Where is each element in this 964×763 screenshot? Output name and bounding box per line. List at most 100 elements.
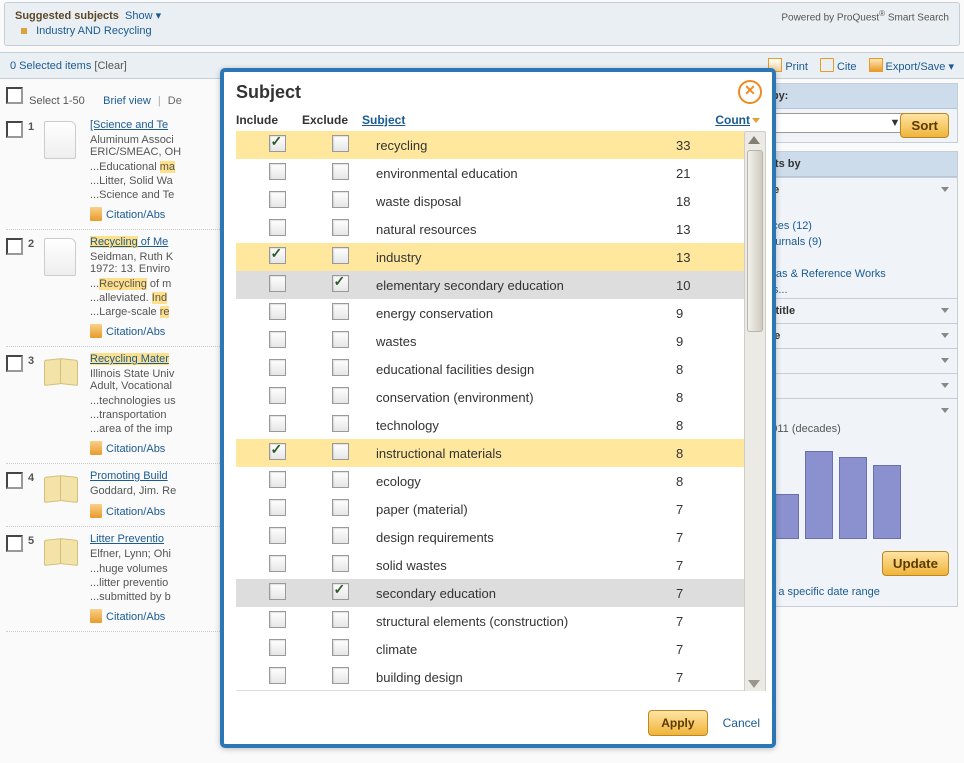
subject-count: 7 — [666, 586, 736, 601]
subject-count: 18 — [666, 194, 736, 209]
exclude-checkbox[interactable] — [332, 583, 349, 600]
include-checkbox[interactable] — [269, 247, 286, 264]
exclude-checkbox[interactable] — [332, 275, 349, 292]
exclude-checkbox[interactable] — [332, 499, 349, 516]
subject-count: 13 — [666, 222, 736, 237]
include-checkbox[interactable] — [269, 611, 286, 628]
subject-row: solid wastes7 — [236, 551, 744, 579]
exclude-checkbox[interactable] — [332, 667, 349, 684]
exclude-checkbox[interactable] — [332, 443, 349, 460]
subject-count: 7 — [666, 614, 736, 629]
subject-label: natural resources — [370, 222, 666, 237]
subject-label: technology — [370, 418, 666, 433]
subject-sort-link[interactable]: Subject — [362, 113, 405, 127]
subject-label: structural elements (construction) — [370, 614, 666, 629]
subject-row: climate7 — [236, 635, 744, 663]
subject-row: paper (material)7 — [236, 495, 744, 523]
subject-row: design requirements7 — [236, 523, 744, 551]
subject-row: elementary secondary education10 — [236, 271, 744, 299]
apply-button[interactable]: Apply — [648, 710, 707, 736]
subject-count: 7 — [666, 530, 736, 545]
scrollbar[interactable] — [744, 131, 766, 691]
include-checkbox[interactable] — [269, 303, 286, 320]
include-checkbox[interactable] — [269, 331, 286, 348]
subject-label: environmental education — [370, 166, 666, 181]
subject-label: elementary secondary education — [370, 278, 666, 293]
subject-label: solid wastes — [370, 558, 666, 573]
exclude-checkbox[interactable] — [332, 331, 349, 348]
exclude-checkbox[interactable] — [332, 303, 349, 320]
subject-row: educational facilities design8 — [236, 355, 744, 383]
exclude-checkbox[interactable] — [332, 527, 349, 544]
subject-row: natural resources13 — [236, 215, 744, 243]
exclude-checkbox[interactable] — [332, 555, 349, 572]
modal-title: Subject — [224, 72, 772, 107]
exclude-checkbox[interactable] — [332, 359, 349, 376]
subject-row: secondary education7 — [236, 579, 744, 607]
exclude-checkbox[interactable] — [332, 471, 349, 488]
subject-count: 8 — [666, 418, 736, 433]
subject-count: 8 — [666, 446, 736, 461]
subject-count: 7 — [666, 670, 736, 685]
include-checkbox[interactable] — [269, 471, 286, 488]
close-icon[interactable]: ✕ — [738, 80, 762, 104]
include-checkbox[interactable] — [269, 667, 286, 684]
subject-count: 13 — [666, 250, 736, 265]
subject-count: 8 — [666, 474, 736, 489]
subject-label: waste disposal — [370, 194, 666, 209]
subject-count: 8 — [666, 390, 736, 405]
include-checkbox[interactable] — [269, 583, 286, 600]
subject-label: building design — [370, 670, 666, 685]
include-checkbox[interactable] — [269, 415, 286, 432]
exclude-checkbox[interactable] — [332, 163, 349, 180]
subject-row: industry13 — [236, 243, 744, 271]
exclude-checkbox[interactable] — [332, 191, 349, 208]
subject-row: waste disposal18 — [236, 187, 744, 215]
include-checkbox[interactable] — [269, 359, 286, 376]
exclude-checkbox[interactable] — [332, 247, 349, 264]
include-checkbox[interactable] — [269, 387, 286, 404]
include-checkbox[interactable] — [269, 639, 286, 656]
sort-desc-icon — [752, 118, 760, 123]
scroll-down-icon[interactable] — [748, 680, 760, 688]
cancel-button[interactable]: Cancel — [723, 716, 760, 730]
subject-label: climate — [370, 642, 666, 657]
subject-label: recycling — [370, 138, 666, 153]
include-checkbox[interactable] — [269, 443, 286, 460]
scroll-thumb[interactable] — [747, 150, 763, 332]
subject-row: energy conservation9 — [236, 299, 744, 327]
exclude-checkbox[interactable] — [332, 219, 349, 236]
include-checkbox[interactable] — [269, 163, 286, 180]
include-checkbox[interactable] — [269, 555, 286, 572]
subject-count: 7 — [666, 558, 736, 573]
include-checkbox[interactable] — [269, 135, 286, 152]
subject-row: wastes9 — [236, 327, 744, 355]
count-sort-link[interactable]: Count — [715, 113, 760, 127]
include-checkbox[interactable] — [269, 499, 286, 516]
subject-label: paper (material) — [370, 502, 666, 517]
exclude-checkbox[interactable] — [332, 639, 349, 656]
subject-label: educational facilities design — [370, 362, 666, 377]
include-checkbox[interactable] — [269, 219, 286, 236]
subject-row: building design7 — [236, 663, 744, 691]
subject-count: 9 — [666, 334, 736, 349]
include-checkbox[interactable] — [269, 191, 286, 208]
exclude-checkbox[interactable] — [332, 611, 349, 628]
subject-count: 9 — [666, 306, 736, 321]
subject-label: energy conservation — [370, 306, 666, 321]
subject-count: 8 — [666, 362, 736, 377]
include-checkbox[interactable] — [269, 527, 286, 544]
exclude-checkbox[interactable] — [332, 135, 349, 152]
subject-label: industry — [370, 250, 666, 265]
subject-list[interactable]: recycling33environmental education21wast… — [236, 131, 744, 691]
subject-count: 7 — [666, 502, 736, 517]
subject-count: 33 — [666, 138, 736, 153]
scroll-up-icon[interactable] — [748, 136, 760, 144]
subject-count: 21 — [666, 166, 736, 181]
subject-row: recycling33 — [236, 131, 744, 159]
exclude-checkbox[interactable] — [332, 387, 349, 404]
exclude-checkbox[interactable] — [332, 415, 349, 432]
subject-count: 10 — [666, 278, 736, 293]
subject-row: ecology8 — [236, 467, 744, 495]
include-checkbox[interactable] — [269, 275, 286, 292]
